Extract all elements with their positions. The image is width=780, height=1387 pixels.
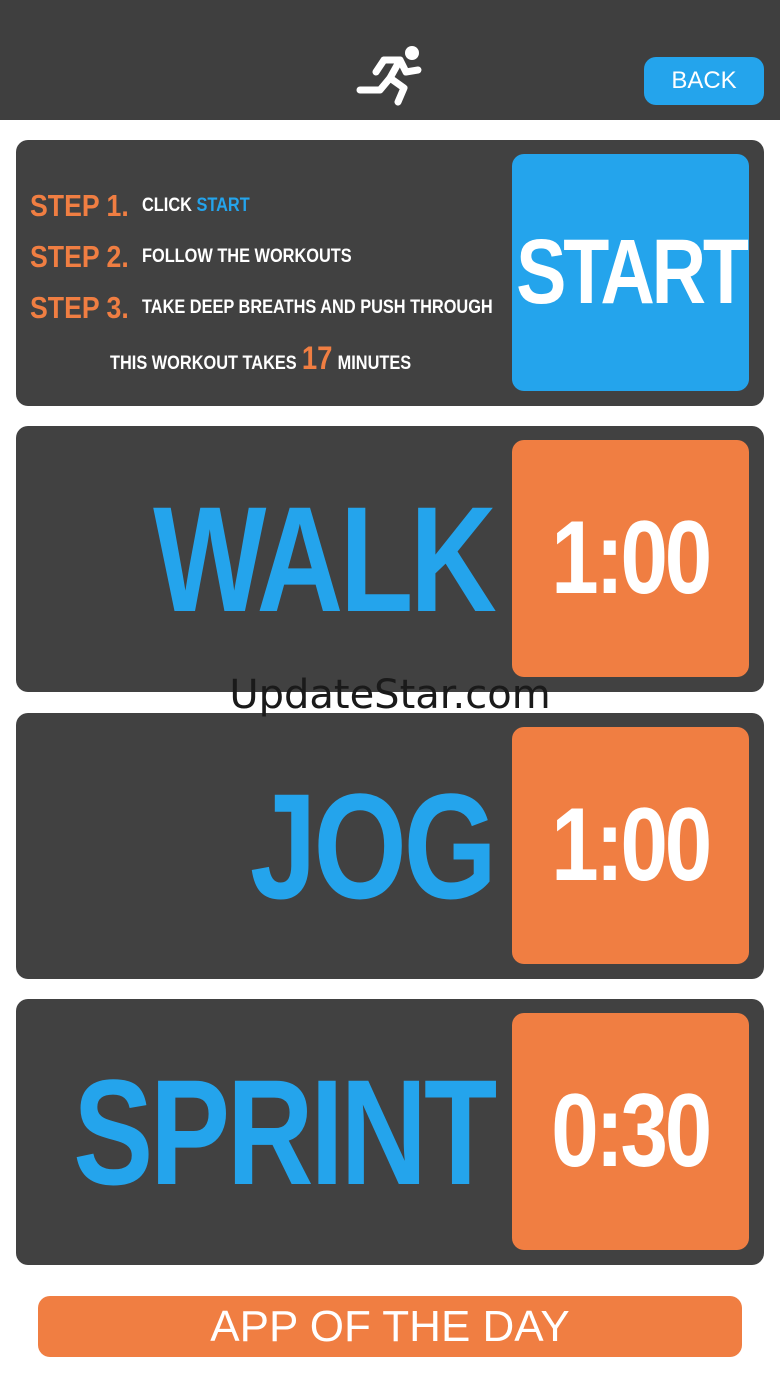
running-person-icon: [356, 46, 422, 106]
workout-jog: JOG 1:00: [16, 713, 764, 979]
step-label: STEP 1.: [30, 187, 129, 223]
step-label: STEP 3.: [30, 289, 129, 325]
workout-timer: 1:00: [512, 727, 749, 964]
workout-walk: WALK 1:00: [16, 426, 764, 692]
workout-name: JOG: [250, 761, 497, 930]
start-highlight: START: [196, 194, 250, 216]
instructions-panel: STEP 1. CLICK START STEP 2. FOLLOW THE W…: [16, 140, 764, 406]
workout-timer: 0:30: [512, 1013, 749, 1250]
duration-minutes: 17: [301, 340, 333, 376]
workout-name: WALK: [153, 474, 498, 643]
step-text: FOLLOW THE WORKOUTS: [142, 245, 352, 267]
step-row: STEP 1. CLICK START: [30, 180, 510, 231]
back-button[interactable]: BACK: [644, 57, 764, 105]
workout-sprint: SPRINT 0:30: [16, 999, 764, 1265]
step-row: STEP 3. TAKE DEEP BREATHS AND PUSH THROU…: [30, 282, 510, 333]
top-bar: BACK: [0, 0, 780, 120]
workout-name: SPRINT: [73, 1047, 497, 1216]
steps-list: STEP 1. CLICK START STEP 2. FOLLOW THE W…: [30, 180, 510, 384]
start-button[interactable]: START: [512, 154, 749, 391]
workout-timer: 1:00: [512, 440, 749, 677]
step-row: STEP 2. FOLLOW THE WORKOUTS: [30, 231, 510, 282]
step-text: TAKE DEEP BREATHS AND PUSH THROUGH: [142, 296, 493, 318]
step-label: STEP 2.: [30, 238, 129, 274]
step-text: CLICK START: [142, 194, 250, 216]
workout-duration: THIS WORKOUT TAKES 17 MINUTES: [110, 340, 412, 376]
app-of-the-day-button[interactable]: APP OF THE DAY: [38, 1296, 742, 1357]
